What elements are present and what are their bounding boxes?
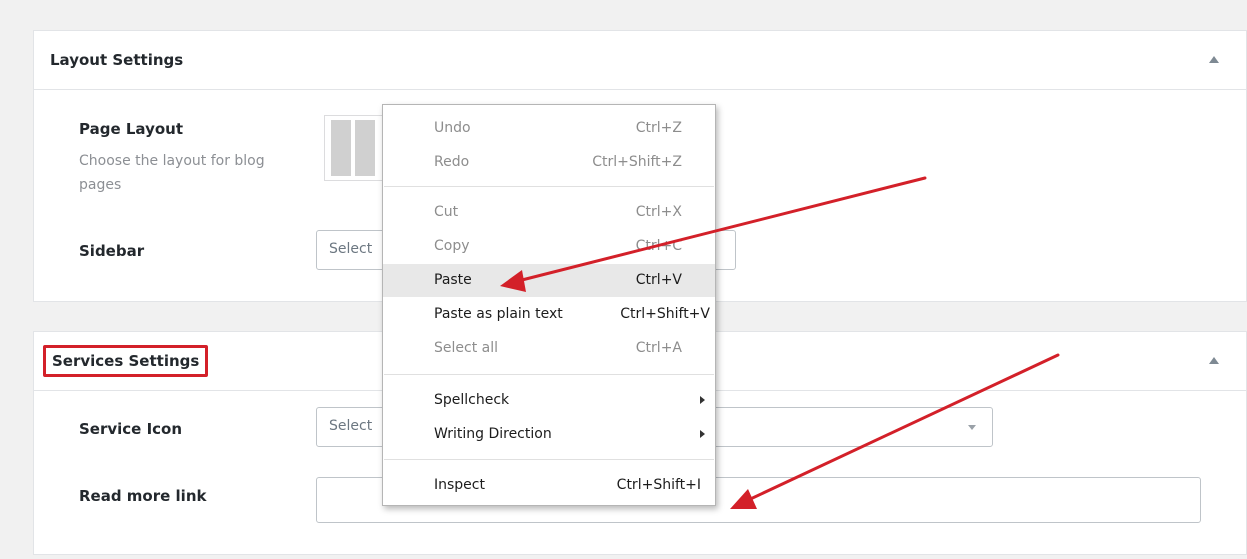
read-more-link-label: Read more link [79, 487, 207, 505]
menu-item-paste[interactable]: Paste Ctrl+V [383, 264, 715, 297]
menu-item-label: Paste as plain text [434, 306, 563, 322]
page-layout-description: Choose the layout for blog pages [79, 153, 265, 193]
menu-item-paste-plain-text[interactable]: Paste as plain text Ctrl+Shift+V [383, 298, 715, 331]
menu-item-spellcheck[interactable]: Spellcheck [383, 384, 715, 417]
menu-item-label: Writing Direction [434, 426, 552, 442]
menu-item-shortcut: Ctrl+Shift+V [620, 306, 710, 322]
menu-item-shortcut: Ctrl+V [635, 272, 682, 288]
menu-item-label: Paste [434, 272, 472, 288]
layout-settings-title: Layout Settings [50, 51, 184, 69]
menu-item-label: Spellcheck [434, 392, 510, 408]
menu-item-shortcut: Ctrl+Shift+I [616, 477, 701, 493]
layout-settings-header[interactable]: Layout Settings [34, 31, 1246, 90]
chevron-down-icon [968, 425, 976, 430]
collapse-icon[interactable] [1209, 357, 1219, 364]
menu-item-label: Inspect [434, 477, 485, 493]
menu-item-undo[interactable]: Undo Ctrl+Z [383, 112, 715, 145]
menu-item-inspect[interactable]: Inspect Ctrl+Shift+I [383, 469, 715, 502]
service-icon-label: Service Icon [79, 420, 183, 438]
sidebar-select-text: Select [329, 241, 373, 257]
collapse-icon[interactable] [1209, 56, 1219, 63]
menu-item-shortcut: Ctrl+C [635, 238, 682, 254]
menu-item-shortcut: Ctrl+X [635, 204, 682, 220]
context-menu: Undo Ctrl+Z Redo Ctrl+Shift+Z Cut Ctrl+X… [382, 104, 716, 506]
menu-item-shortcut: Ctrl+A [635, 340, 682, 356]
menu-item-copy[interactable]: Copy Ctrl+C [383, 230, 715, 263]
services-settings-title: Services Settings [43, 345, 209, 377]
chevron-right-icon [700, 396, 705, 404]
menu-item-writing-direction[interactable]: Writing Direction [383, 418, 715, 451]
menu-separator [384, 459, 714, 460]
menu-item-shortcut: Ctrl+Z [635, 120, 682, 136]
menu-item-cut[interactable]: Cut Ctrl+X [383, 196, 715, 229]
layout-column-shape [331, 120, 351, 176]
menu-item-select-all[interactable]: Select all Ctrl+A [383, 332, 715, 365]
sidebar-label: Sidebar [79, 242, 145, 260]
menu-separator [384, 186, 714, 187]
layout-column-shape [355, 120, 375, 176]
menu-item-label: Undo [434, 120, 471, 136]
menu-item-redo[interactable]: Redo Ctrl+Shift+Z [383, 146, 715, 179]
menu-item-label: Copy [434, 238, 470, 254]
service-icon-select-text: Select [329, 418, 373, 434]
menu-item-label: Redo [434, 154, 470, 170]
chevron-right-icon [700, 430, 705, 438]
page-layout-label: Page Layout [79, 120, 183, 138]
page-layout-option[interactable] [324, 115, 389, 181]
menu-item-label: Cut [434, 204, 459, 220]
menu-item-shortcut: Ctrl+Shift+Z [592, 154, 682, 170]
menu-separator [384, 374, 714, 375]
menu-item-label: Select all [434, 340, 498, 356]
